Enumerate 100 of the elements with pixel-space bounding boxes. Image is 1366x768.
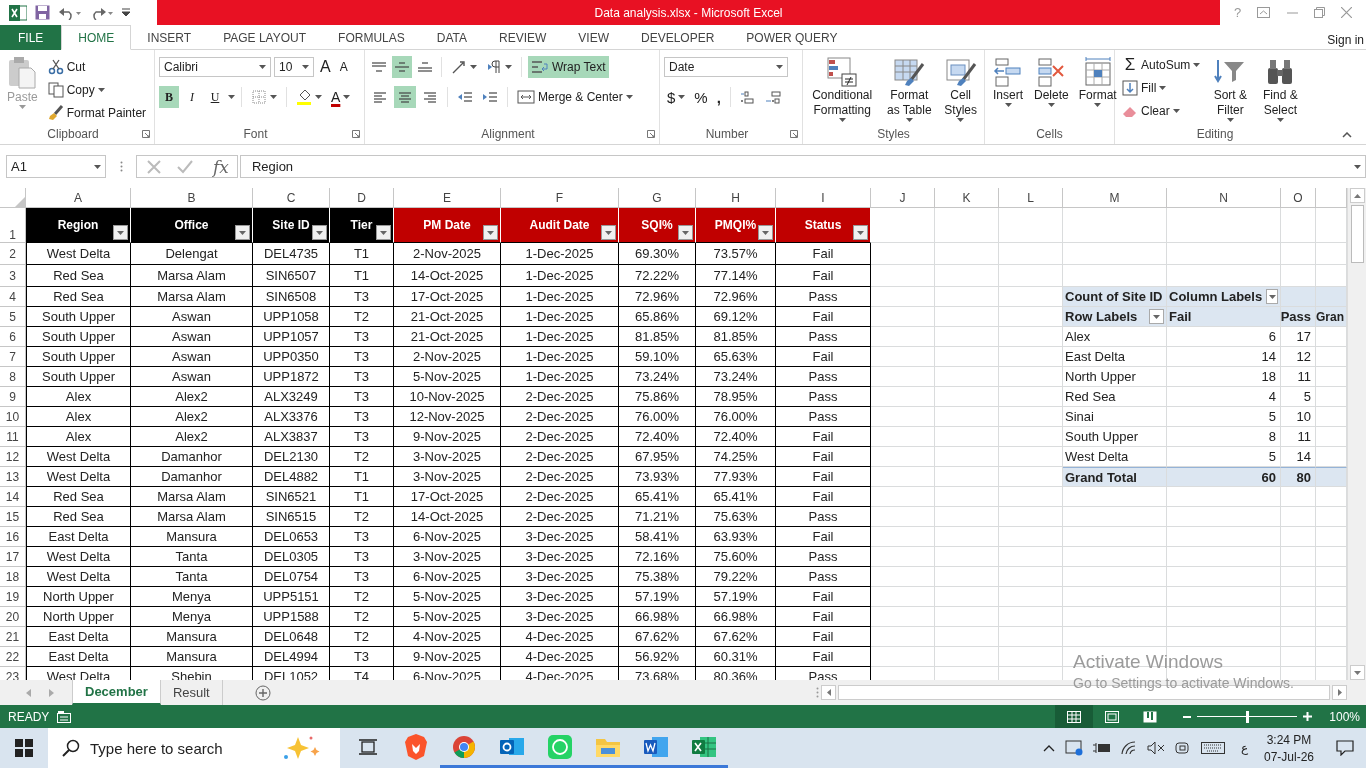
filter-button[interactable]	[601, 225, 616, 240]
row-header[interactable]: 17	[0, 547, 26, 567]
row-header[interactable]: 2	[0, 243, 26, 265]
font-color-button[interactable]: A	[328, 86, 354, 108]
name-box[interactable]: A1	[6, 155, 106, 178]
column-header[interactable]: N	[1167, 188, 1281, 208]
restore-icon[interactable]	[1313, 7, 1325, 18]
row-header[interactable]: 21	[0, 627, 26, 647]
formula-field[interactable]: Region	[239, 155, 1366, 178]
collapse-ribbon-icon[interactable]	[1342, 132, 1352, 138]
ribbon-tab[interactable]: HOME	[61, 25, 132, 50]
sign-in-link[interactable]: Sign in	[1327, 25, 1366, 49]
dialog-launcher-icon[interactable]	[790, 130, 798, 138]
row-header[interactable]: 8	[0, 367, 26, 387]
column-header[interactable]: A	[26, 188, 131, 208]
editing-button[interactable]: Find & Select	[1257, 54, 1304, 124]
scroll-down-button[interactable]	[1349, 665, 1365, 680]
battery-icon[interactable]	[1092, 742, 1111, 754]
column-header[interactable]: G	[619, 188, 696, 208]
speaker-muted-icon[interactable]	[1146, 741, 1165, 755]
column-header[interactable]: B	[131, 188, 253, 208]
macro-recording-icon[interactable]	[57, 710, 72, 723]
cut-button[interactable]: Cut	[44, 56, 150, 78]
row-header[interactable]: 10	[0, 407, 26, 427]
cells-button[interactable]: Format	[1075, 54, 1120, 124]
column-header[interactable]: L	[999, 188, 1063, 208]
column-header[interactable]: H	[696, 188, 776, 208]
fill-button[interactable]: Fill	[1119, 77, 1204, 99]
filter-button[interactable]	[113, 225, 128, 240]
more-options-icon[interactable]	[119, 161, 123, 172]
display-icon[interactable]	[1064, 740, 1083, 756]
ribbon-tab[interactable]: VIEW	[562, 25, 625, 50]
redo-icon[interactable]	[90, 5, 114, 20]
task-view-icon[interactable]	[359, 738, 377, 755]
clear-button[interactable]: Clear	[1119, 100, 1204, 122]
row-header[interactable]: 22	[0, 647, 26, 667]
pivot-filter-button[interactable]	[1149, 309, 1164, 324]
close-icon[interactable]	[1340, 7, 1352, 18]
row-header[interactable]: 12	[0, 447, 26, 467]
ribbon-tab[interactable]: DATA	[420, 25, 483, 50]
number-format-field[interactable]: Date	[664, 57, 788, 77]
filter-button[interactable]	[853, 225, 868, 240]
filter-button[interactable]	[312, 225, 327, 240]
wifi-icon[interactable]	[1120, 741, 1137, 755]
filter-button[interactable]	[758, 225, 773, 240]
save-icon[interactable]	[35, 5, 50, 20]
scroll-up-button[interactable]	[1349, 188, 1365, 203]
view-button[interactable]	[1055, 705, 1093, 728]
wrap-text-button[interactable]: Wrap Text	[528, 56, 609, 78]
autosum-button[interactable]: Σ AutoSum	[1119, 54, 1204, 76]
dialog-launcher-icon[interactable]	[352, 130, 360, 138]
row-header[interactable]: 15	[0, 507, 26, 527]
column-header[interactable]: O	[1281, 188, 1316, 208]
row-header[interactable]: 7	[0, 347, 26, 367]
row-header[interactable]: 16	[0, 527, 26, 547]
filter-button[interactable]	[235, 225, 250, 240]
currency-button[interactable]: $	[664, 86, 689, 108]
camera-icon[interactable]	[1174, 740, 1191, 756]
ribbon-tab[interactable]: FILE	[0, 25, 62, 50]
add-sheet-icon[interactable]	[254, 684, 271, 701]
scrollbar-thumb[interactable]	[1350, 205, 1364, 263]
horizontal-align-button[interactable]	[394, 86, 416, 108]
zoom-in-icon[interactable]	[1303, 712, 1312, 721]
scroll-right-button[interactable]	[1332, 685, 1347, 700]
ribbon-tab[interactable]: POWER QUERY	[730, 25, 854, 50]
column-header[interactable]: K	[935, 188, 999, 208]
format-painter-button[interactable]: Format Painter	[44, 102, 150, 124]
row-header[interactable]: 5	[0, 307, 26, 327]
dialog-launcher-icon[interactable]	[647, 130, 655, 138]
styles-button[interactable]: Cell Styles	[941, 54, 980, 124]
filter-button[interactable]	[483, 225, 498, 240]
column-header[interactable]: J	[871, 188, 935, 208]
keyboard-icon[interactable]	[1200, 742, 1225, 754]
comma-style-button[interactable]: ,	[713, 86, 724, 108]
row-header[interactable]: 9	[0, 387, 26, 407]
editing-button[interactable]: Sort & Filter	[1207, 54, 1254, 124]
ribbon-tab[interactable]: INSERT	[131, 25, 208, 50]
styles-button[interactable]: Format as Table	[881, 54, 938, 124]
row-header[interactable]: 11	[0, 427, 26, 447]
row-header[interactable]: 13	[0, 467, 26, 487]
ribbon-tab[interactable]: FORMULAS	[322, 25, 421, 50]
percent-button[interactable]: %	[691, 86, 711, 108]
row-header[interactable]: 20	[0, 607, 26, 627]
font-size-field[interactable]: 10	[274, 57, 314, 77]
column-header[interactable]: C	[253, 188, 330, 208]
chevron-up-icon[interactable]	[1042, 744, 1055, 752]
column-header[interactable]: D	[330, 188, 394, 208]
zoom-slider-thumb[interactable]	[1246, 710, 1249, 723]
undo-icon[interactable]	[58, 5, 82, 20]
sheet-tab[interactable]: December	[72, 680, 161, 705]
more-options-icon[interactable]	[816, 687, 819, 698]
column-header[interactable]: F	[501, 188, 619, 208]
font-style-button[interactable]: U	[205, 86, 225, 108]
row-header[interactable]: 4	[0, 287, 26, 307]
filter-button[interactable]	[376, 225, 391, 240]
notifications-icon[interactable]	[1336, 740, 1354, 756]
column-header[interactable]: I	[776, 188, 871, 208]
cells-button[interactable]: Insert	[989, 54, 1027, 124]
shrink-font-button[interactable]: A	[336, 56, 351, 78]
ribbon-tab[interactable]: REVIEW	[483, 25, 563, 50]
